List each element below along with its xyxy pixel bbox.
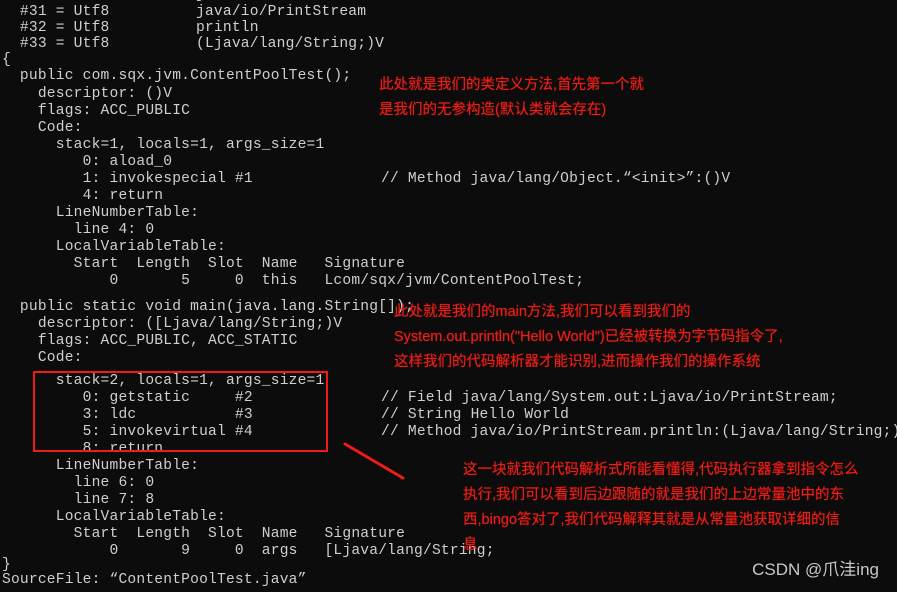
annotation-main-method: 此处就是我们的main方法,我们可以看到我们的 System.out.printl… — [394, 300, 783, 375]
code-line: // Method java/io/PrintStream.println:(L… — [381, 424, 897, 440]
annotation-bytecode-explanation: 这一块就我们代码解析式所能看懂得,代码执行器拿到指令怎么 执行,我们可以看到后边跟… — [463, 458, 859, 558]
annotation-line: 此处就是我们的main方法,我们可以看到我们的 — [394, 304, 691, 320]
annotation-line: 这一块就我们代码解析式所能看懂得,代码执行器拿到指令怎么 — [463, 462, 859, 478]
code-line: 0 5 0 this Lcom/sqx/jvm/ContentPoolTest; — [2, 273, 585, 289]
annotation-line: 这样我们的代码解析器才能识别,进而操作我们的操作系统 — [394, 354, 761, 370]
code-line: Code: — [2, 350, 83, 366]
annotation-line: System.out.println("Hello World")已经被转换为字… — [394, 329, 783, 345]
annotation-line: 西,bingo答对了,我们代码解释其就是从常量池获取详细的信 — [463, 512, 841, 528]
watermark: CSDN @爪洼ing — [752, 560, 879, 579]
annotation-line: 执行,我们可以看到后边跟随的就是我们的上边常量池中的东 — [463, 487, 845, 503]
code-line: #33 = Utf8 — [2, 36, 110, 52]
code-line: SourceFile: “ContentPoolTest.java” — [2, 572, 307, 588]
annotation-class-definition: 此处就是我们的类定义方法,首先第一个就 是我们的无参构造(默认类就会存在) — [379, 73, 644, 123]
code-line: 0 9 0 args [Ljava/lang/String; — [2, 543, 495, 559]
code-line: // Method java/lang/Object.“<init>”:()V — [381, 171, 731, 187]
annotation-line: 此处就是我们的类定义方法,首先第一个就 — [379, 77, 645, 93]
screenshot-root: j #31 = Utf8java/io/PrintStream #32 = Ut… — [0, 0, 897, 592]
code-line: (Ljava/lang/String;)V — [196, 36, 385, 52]
annotation-line: 是我们的无参构造(默认类就会存在) — [379, 102, 607, 118]
